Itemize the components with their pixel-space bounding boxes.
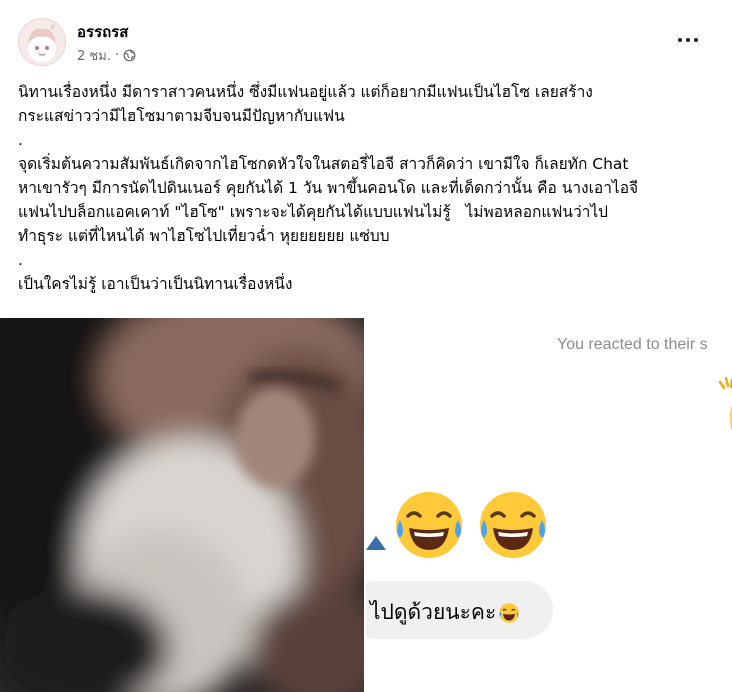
paragraph-3: จุดเริ่มต้นความสัมพันธ์เกิดจากไฮโซกดหัวใ…	[18, 155, 639, 245]
avatar-illustration	[19, 19, 65, 65]
author-name[interactable]: อรรถรส	[77, 20, 128, 44]
small-tears-of-joy-emoji-icon	[498, 602, 520, 624]
clapping-hands-icon	[716, 376, 732, 456]
message-tail	[366, 536, 386, 550]
tears-of-joy-emoji-icon	[476, 488, 550, 562]
meta-separator: ·	[114, 48, 120, 63]
paragraph-2: .	[18, 131, 23, 149]
post-meta: 2 ชม. ·	[77, 45, 136, 66]
author-avatar[interactable]	[18, 18, 66, 66]
chat-message-label: ไปดูด้วยนะคะ	[370, 601, 497, 624]
chat-message-bubble: ไปดูด้วยนะคะ	[366, 581, 553, 639]
post-photo-blurred[interactable]	[0, 318, 364, 692]
post-text: นิทานเรื่องหนึ่ง มีดาราสาวคนหนึ่ง ซึ่งมี…	[18, 80, 718, 296]
blurred-photo-image	[0, 318, 364, 692]
globe-icon[interactable]	[123, 49, 136, 62]
chat-screenshot[interactable]: You reacted to their s ไปดูด้วยนะคะ	[364, 318, 732, 692]
more-options-icon[interactable]	[678, 30, 698, 50]
paragraph-4: .	[18, 251, 23, 269]
post-card: อรรถรส 2 ชม. · นิทานเรื่องหนึ่ง มีดาราสา…	[0, 0, 732, 692]
tears-of-joy-emoji-icon	[392, 488, 466, 562]
paragraph-5: เป็นใครไม่รู้ เอาเป็นว่าเป็นนิทานเรื่องห…	[18, 275, 293, 293]
paragraph-1: นิทานเรื่องหนึ่ง มีดาราสาวคนหนึ่ง ซึ่งมี…	[18, 83, 593, 125]
chat-message-text: ไปดูด้วยนะคะ	[370, 596, 520, 629]
post-time[interactable]: 2 ชม.	[77, 45, 111, 66]
reacted-status-text: You reacted to their s	[557, 336, 708, 353]
